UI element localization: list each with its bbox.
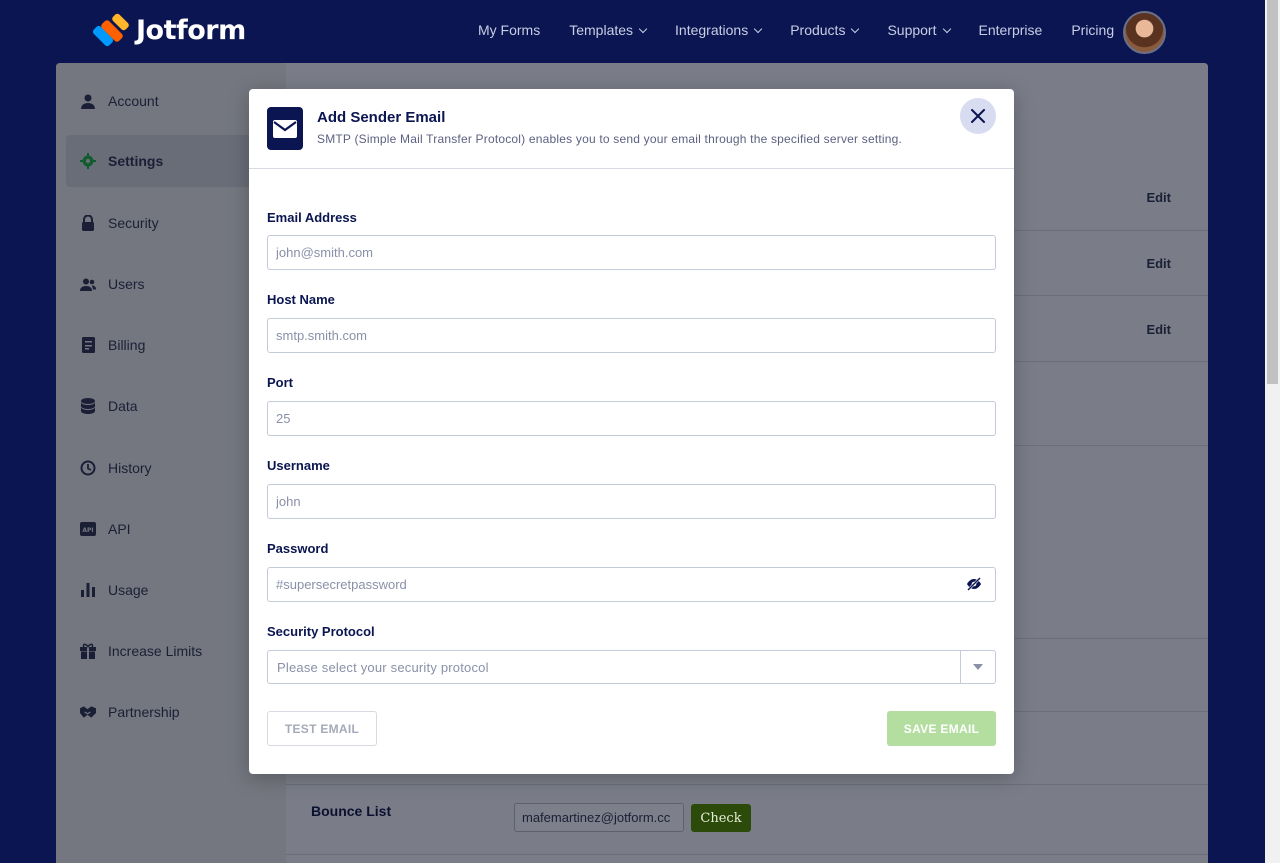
modal-header: Add Sender Email SMTP (Simple Mail Trans… xyxy=(249,89,1014,169)
nav-link-label: Pricing xyxy=(1071,22,1115,38)
edit-link[interactable]: Edit xyxy=(1146,256,1171,271)
receipt-icon xyxy=(80,337,96,353)
page-scrollbar[interactable] xyxy=(1265,0,1280,863)
sidebar-item-label: Usage xyxy=(108,582,149,598)
sidebar-item-label: Billing xyxy=(108,337,146,353)
email-label: Email Address xyxy=(267,210,357,225)
sidebar-item-billing[interactable]: Billing xyxy=(66,319,280,371)
user-icon xyxy=(80,93,96,109)
username-label: Username xyxy=(267,458,330,473)
sidebar-item-users[interactable]: Users xyxy=(66,258,280,310)
select-placeholder: Please select your security protocol xyxy=(277,660,489,675)
jotform-logo[interactable]: Jotform xyxy=(91,12,246,48)
history-icon xyxy=(80,460,96,476)
chevron-down-icon xyxy=(942,24,951,33)
close-icon xyxy=(971,109,985,123)
brand-name: Jotform xyxy=(136,14,246,46)
select-divider xyxy=(960,651,961,683)
edit-link[interactable]: Edit xyxy=(1146,190,1171,205)
edit-link[interactable]: Edit xyxy=(1146,322,1171,337)
bounce-list-email-input[interactable]: mafemartinez@jotform.cc xyxy=(514,803,684,832)
nav-integrations[interactable]: Integrations xyxy=(675,22,763,38)
sidebar-item-label: Partnership xyxy=(108,704,180,720)
nav-my-forms[interactable]: My Forms xyxy=(478,22,540,38)
sidebar-item-label: Data xyxy=(108,398,138,414)
sidebar-item-settings[interactable]: Settings xyxy=(66,135,280,187)
sidebar-item-label: Security xyxy=(108,215,159,231)
save-email-button[interactable]: SAVE EMAIL xyxy=(887,711,996,746)
host-name-field[interactable] xyxy=(267,318,996,353)
port-field[interactable] xyxy=(267,401,996,436)
nav-link-label: Enterprise xyxy=(978,22,1043,38)
sidebar-item-label: Users xyxy=(108,276,145,292)
username-field[interactable] xyxy=(267,484,996,519)
add-sender-email-modal: Add Sender Email SMTP (Simple Mail Trans… xyxy=(249,89,1014,774)
modal-subtitle: SMTP (Simple Mail Transfer Protocol) ena… xyxy=(317,132,903,146)
divider xyxy=(286,784,1208,785)
nav-products[interactable]: Products xyxy=(790,22,860,38)
check-button[interactable]: Check xyxy=(691,804,751,832)
close-button[interactable] xyxy=(960,98,996,134)
sidebar-item-label: Increase Limits xyxy=(108,643,203,659)
caret-down-icon xyxy=(973,664,983,670)
mail-icon xyxy=(267,107,303,150)
nav-link-label: Products xyxy=(790,22,846,38)
bounce-list-label: Bounce List xyxy=(311,803,392,819)
eye-slash-icon[interactable] xyxy=(966,576,982,592)
gear-icon xyxy=(80,153,96,169)
api-icon: API xyxy=(80,521,96,537)
nav-link-label: Templates xyxy=(569,22,634,38)
nav-templates[interactable]: Templates xyxy=(569,22,648,38)
sidebar-item-increase-limits[interactable]: Increase Limits xyxy=(66,625,280,677)
email-field[interactable] xyxy=(267,235,996,270)
sidebar-item-history[interactable]: History xyxy=(66,442,280,494)
sidebar-item-label: History xyxy=(108,460,152,476)
gift-icon xyxy=(80,643,96,659)
sidebar-item-account[interactable]: Account xyxy=(66,75,280,127)
users-icon xyxy=(80,276,96,292)
sidebar-item-label: API xyxy=(108,521,131,537)
security-protocol-label: Security Protocol xyxy=(267,624,375,639)
sidebar-item-security[interactable]: Security xyxy=(66,197,280,249)
nav-support[interactable]: Support xyxy=(887,22,951,38)
sidebar-item-label: Settings xyxy=(108,153,164,169)
modal-title: Add Sender Email xyxy=(317,109,446,126)
sidebar-item-usage[interactable]: Usage xyxy=(66,564,280,616)
nav-link-label: Integrations xyxy=(675,22,749,38)
nav-pricing[interactable]: Pricing xyxy=(1071,22,1114,38)
password-field[interactable] xyxy=(267,567,996,602)
lock-icon xyxy=(80,215,96,231)
user-avatar[interactable] xyxy=(1123,11,1166,54)
handshake-icon xyxy=(80,704,96,720)
sidebar-item-api[interactable]: API API xyxy=(66,503,280,555)
sidebar-item-label: Account xyxy=(108,93,159,109)
nav-enterprise[interactable]: Enterprise xyxy=(979,22,1043,38)
top-navbar: Jotform My Forms Templates Integrations … xyxy=(0,0,1265,63)
database-icon xyxy=(80,398,96,414)
nav-links: My Forms Templates Integrations Products… xyxy=(478,22,1143,38)
port-label: Port xyxy=(267,375,293,390)
chevron-down-icon xyxy=(638,24,648,33)
host-label: Host Name xyxy=(267,292,335,307)
nav-link-label: My Forms xyxy=(478,22,541,38)
chevron-down-icon xyxy=(851,24,860,33)
security-protocol-select[interactable]: Please select your security protocol xyxy=(267,650,996,684)
divider xyxy=(286,854,1208,855)
password-label: Password xyxy=(267,541,329,556)
test-email-button[interactable]: TEST EMAIL xyxy=(267,711,377,746)
svg-text:API: API xyxy=(82,527,93,534)
nav-link-label: Support xyxy=(887,22,937,38)
chevron-down-icon xyxy=(753,24,763,33)
sidebar-item-partnership[interactable]: Partnership xyxy=(66,686,280,738)
sidebar-item-data[interactable]: Data xyxy=(66,380,280,432)
jotform-logo-icon xyxy=(91,12,131,48)
scrollbar-thumb[interactable] xyxy=(1267,0,1278,384)
bar-chart-icon xyxy=(80,582,96,598)
